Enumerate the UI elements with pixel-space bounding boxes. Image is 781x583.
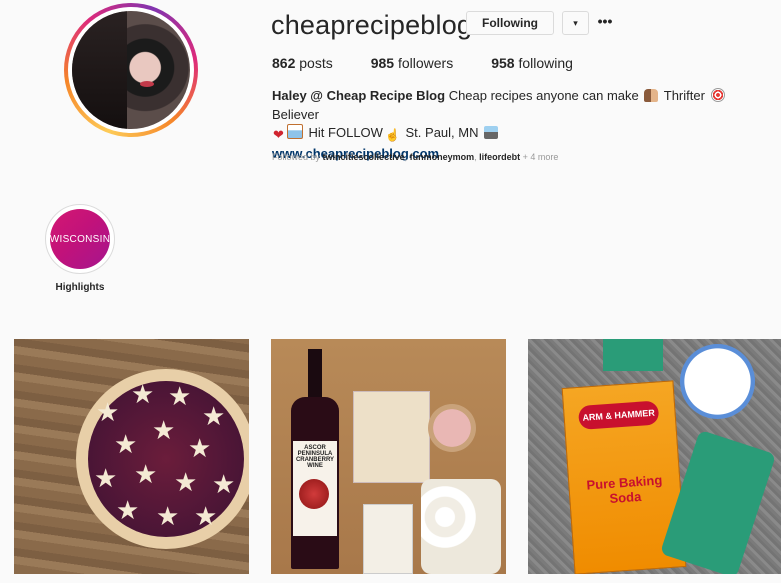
pie-star: ★ <box>156 501 180 531</box>
post-thumbnail-baking-soda[interactable]: ARM & HAMMER Pure Baking Soda <box>528 339 781 574</box>
followed-by-user[interactable]: funmoneymom <box>410 152 475 162</box>
bio-name: Haley @ Cheap Recipe Blog <box>272 88 446 103</box>
posts-count: 862 <box>272 55 296 71</box>
sponge-top <box>603 339 663 371</box>
pie-star: ★ <box>134 459 158 489</box>
pie-star: ★ <box>174 467 198 497</box>
jar-lid <box>680 344 755 419</box>
pointing-hand-emoji-icon: ☝ <box>384 128 400 142</box>
wine-bottle: ASCOR PENINSULA CRANBERRY WINE <box>291 349 339 569</box>
avatar-hair-shape <box>72 11 127 129</box>
jam-jar <box>428 404 476 452</box>
following-count: 958 <box>491 55 515 71</box>
following-stat[interactable]: 958 following <box>491 55 573 71</box>
following-stat-label: following <box>518 55 573 71</box>
avatar-image <box>72 11 190 129</box>
followers-stat[interactable]: 985 followers <box>371 55 454 71</box>
highlight-cover: WISCONSIN <box>50 209 110 269</box>
pie-star: ★ <box>188 433 212 463</box>
posts-label: posts <box>299 55 333 71</box>
pie-image: ★ ★ ★ ★ ★ ★ ★ ★ ★ ★ ★ ★ ★ ★ <box>76 369 249 549</box>
cranberry-graphic <box>299 479 329 509</box>
pie-star: ★ <box>94 463 118 493</box>
more-options-icon[interactable]: ••• <box>596 11 614 33</box>
bio-believer: Believer <box>272 106 319 122</box>
followed-by-more[interactable]: + 4 more <box>523 152 559 162</box>
story-highlight[interactable]: WISCONSIN <box>45 204 115 274</box>
bottle-product: CRANBERRY WINE <box>295 457 335 469</box>
heart-emoji-icon: ❤ <box>273 127 284 142</box>
bio-line-text: Cheap recipes anyone can make <box>448 88 639 103</box>
pie-star: ★ <box>168 381 192 411</box>
pie-star: ★ <box>194 501 218 531</box>
following-button[interactable]: Following <box>466 11 554 35</box>
pie-star: ★ <box>96 397 120 427</box>
chevron-down-icon[interactable]: ▾ <box>562 11 589 35</box>
pie-star: ★ <box>114 429 138 459</box>
pie-star: ★ <box>212 469 236 499</box>
followed-by-prefix: Followed by <box>272 152 321 162</box>
pie-star: ★ <box>152 415 176 445</box>
highlight-cover-text: WISCONSIN <box>49 233 111 245</box>
post-thumbnail-pie[interactable]: ★ ★ ★ ★ ★ ★ ★ ★ ★ ★ ★ ★ ★ ★ <box>14 339 249 574</box>
post-thumbnail-cranberry[interactable]: ASCOR PENINSULA CRANBERRY WINE <box>271 339 506 574</box>
followers-count: 985 <box>370 55 395 71</box>
pie-star: ★ <box>131 379 155 409</box>
avatar-lip-shape <box>140 81 154 87</box>
highlight-label[interactable]: Highlights <box>40 282 120 293</box>
box-product: Pure Baking Soda <box>585 472 663 507</box>
profile-avatar[interactable] <box>64 3 198 137</box>
followed-by[interactable]: Followed by twincitiescollective, funmon… <box>272 152 558 162</box>
bottle-brand: ASCOR PENINSULA <box>297 445 333 457</box>
followed-by-user[interactable]: twincitiescollective <box>323 152 405 162</box>
bio-thrifter: Thrifter <box>663 88 705 103</box>
pie-star: ★ <box>116 495 140 525</box>
target-emoji-icon <box>710 88 725 102</box>
avatar-border <box>68 7 194 133</box>
bottle-neck <box>308 349 322 399</box>
dried-cranberry-bag <box>353 391 430 483</box>
box-brand: ARM & HAMMER <box>577 400 660 430</box>
cheese-curds-bag <box>421 479 501 574</box>
house-emoji-icon <box>286 124 303 139</box>
couple-emoji-icon <box>644 89 659 102</box>
profile-username: cheaprecipeblog <box>271 10 473 40</box>
followers-label: followers <box>397 55 454 71</box>
bottle-label-text: ASCOR PENINSULA CRANBERRY WINE <box>293 445 337 469</box>
pie-star: ★ <box>202 401 226 431</box>
mix-bag <box>363 504 413 574</box>
city-emoji-icon <box>484 126 499 139</box>
followed-by-user[interactable]: lifeordebt <box>479 152 520 162</box>
posts-stat: 862 posts <box>272 55 333 71</box>
profile-stats: 862 posts 985 followers 958 following <box>272 55 611 71</box>
bio-location: St. Paul, MN <box>405 125 479 140</box>
bio-hit-follow: Hit FOLLOW <box>308 125 383 140</box>
